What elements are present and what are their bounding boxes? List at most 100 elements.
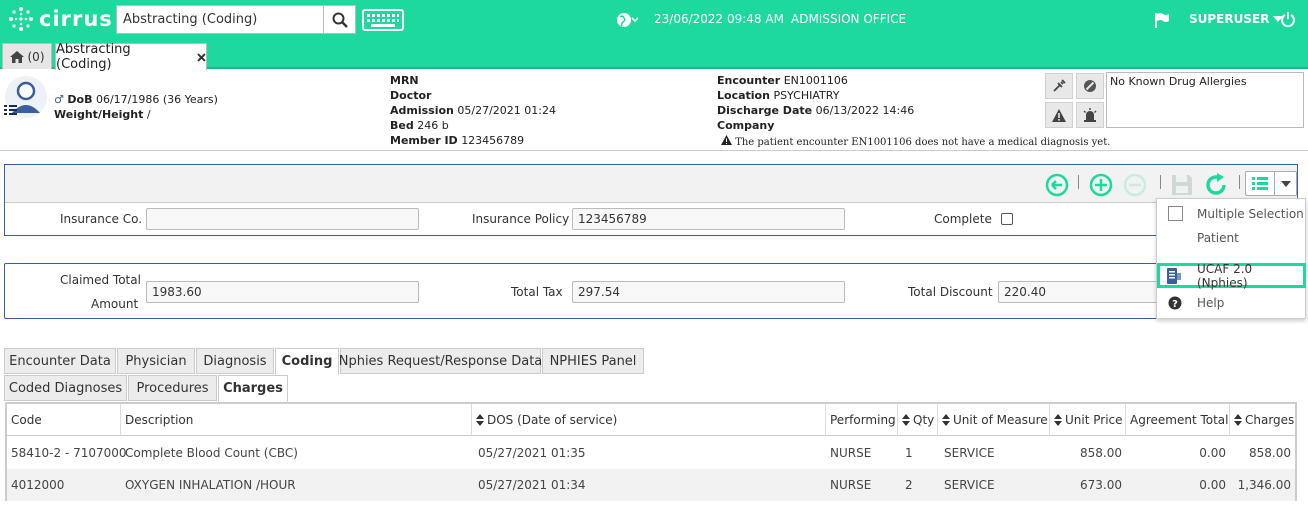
patient-doctor: Doctor <box>390 89 432 102</box>
total-discount-input[interactable] <box>998 281 1158 303</box>
col-agreement-total[interactable]: Agreement Total <box>1126 404 1230 436</box>
col-code[interactable]: Code <box>7 404 121 436</box>
cell-unit-of-measure: SERVICE <box>944 446 995 460</box>
patient-bed: Bed 246 b <box>390 119 449 132</box>
document-icon <box>1167 268 1181 284</box>
tab-charges[interactable]: Charges <box>218 375 288 402</box>
tab-abstracting-coding[interactable]: Abstracting (Coding) <box>55 42 207 72</box>
list-menu-button[interactable] <box>1245 171 1297 196</box>
col-performing[interactable]: Performing <box>826 404 898 436</box>
panel-toolbar <box>5 165 1297 203</box>
caret-down-icon <box>1281 181 1291 187</box>
sort-icon <box>942 414 950 426</box>
cell-performing: NURSE <box>830 446 872 460</box>
insurance-co-label: Insurance Co. <box>60 212 143 226</box>
tab-nphies-request-response[interactable]: Nphies Request/Response Data <box>339 348 542 374</box>
insurance-panel: Insurance Co. Insurance Policy Complete <box>4 164 1298 236</box>
back-icon[interactable] <box>1045 173 1069 197</box>
remove-icon[interactable] <box>1123 173 1147 197</box>
total-discount-label: Total Discount <box>908 285 993 299</box>
patient-banner: ♂ DoB 06/17/1986 (36 Years) Weight/Heigh… <box>0 69 1308 151</box>
user-name: SUPERUSER <box>1189 12 1270 26</box>
tab-coding[interactable]: Coding <box>275 348 339 375</box>
close-icon[interactable] <box>197 52 206 62</box>
home-icon <box>9 50 24 63</box>
search-box <box>116 5 356 34</box>
toolbar-separator <box>1078 175 1079 189</box>
cell-description: OXYGEN INHALATION /HOUR <box>125 478 296 492</box>
col-qty[interactable]: Qty <box>898 404 938 436</box>
total-tax-input[interactable] <box>572 281 845 303</box>
table-row[interactable]: 4012000 OXYGEN INHALATION /HOUR 05/27/20… <box>7 469 1295 501</box>
claimed-total-input[interactable] <box>146 281 419 303</box>
col-description[interactable]: Description <box>121 404 472 436</box>
cirrus-logo-icon <box>9 7 33 31</box>
tab-home[interactable]: (0) <box>2 43 52 69</box>
add-icon[interactable] <box>1089 173 1113 197</box>
patient-encounter: Encounter EN1001106 <box>717 74 848 87</box>
app-logo[interactable]: cirrus <box>8 6 113 32</box>
refresh-icon[interactable] <box>1204 173 1228 197</box>
insurance-policy-label: Insurance Policy <box>472 212 570 226</box>
col-unit-of-measure[interactable]: Unit of Measure <box>938 404 1050 436</box>
globe-dropdown-icon[interactable] <box>616 11 638 29</box>
user-menu[interactable]: SUPERUSER <box>1189 12 1284 26</box>
list-dropdown-menu: Multiple Selection Patient UCAF 2.0 (Nph… <box>1156 198 1306 319</box>
col-dos[interactable]: DOS (Date of service) <box>472 404 826 436</box>
menu-item-multiple-selection[interactable]: Multiple Selection <box>1157 203 1307 225</box>
tab-procedures[interactable]: Procedures <box>128 375 217 401</box>
cell-code: 58410-2 - 7107000 <box>11 446 127 460</box>
checkbox-icon <box>1168 206 1183 221</box>
tab-nphies-panel[interactable]: NPHIES Panel <box>542 348 644 374</box>
table-row[interactable]: 58410-2 - 7107000 Complete Blood Count (… <box>7 437 1295 469</box>
patient-discharge-date: Discharge Date 06/13/2022 14:46 <box>717 104 915 117</box>
tab-coded-diagnoses[interactable]: Coded Diagnoses <box>4 375 127 401</box>
workspace-tab-bar: (0) Abstracting (Coding) <box>0 40 1308 72</box>
cell-qty: 2 <box>905 478 913 492</box>
search-input[interactable] <box>117 6 323 33</box>
save-icon[interactable] <box>1170 173 1194 197</box>
tab-diagnosis[interactable]: Diagnosis <box>196 348 274 374</box>
col-charges[interactable]: Charges <box>1230 404 1295 436</box>
svg-text:?: ? <box>1172 299 1178 310</box>
cell-agreement-total: 0.00 <box>1199 478 1226 492</box>
menu-item-ucaf[interactable]: UCAF 2.0 (Nphies) <box>1157 262 1306 290</box>
flag-icon[interactable] <box>1154 12 1170 28</box>
alert-button-4[interactable] <box>1076 102 1104 128</box>
patient-avatar[interactable] <box>4 75 48 119</box>
menu-item-help[interactable]: ? Help <box>1157 292 1307 314</box>
search-button[interactable] <box>323 6 355 33</box>
sort-icon <box>902 414 910 426</box>
cell-unit-of-measure: SERVICE <box>944 478 995 492</box>
patient-company: Company <box>717 119 775 132</box>
tab-encounter-data[interactable]: Encounter Data <box>4 348 116 374</box>
alarm-icon <box>1083 108 1097 122</box>
patient-member-id: Member ID 123456789 <box>390 134 525 147</box>
diagnosis-warning: The patient encounter EN1001106 does not… <box>721 135 1110 148</box>
keyboard-icon[interactable] <box>362 9 404 31</box>
cell-code: 4012000 <box>11 478 65 492</box>
alert-button-3[interactable] <box>1045 102 1073 128</box>
claimed-total-label-line2: Amount <box>91 297 139 311</box>
col-unit-price[interactable]: Unit Price <box>1050 404 1126 436</box>
cell-unit-price: 858.00 <box>1080 446 1122 460</box>
patient-weight-height: Weight/Height / <box>54 108 151 121</box>
insurance-co-input[interactable] <box>146 208 419 230</box>
app-name: cirrus <box>39 7 113 31</box>
alert-button-1[interactable] <box>1045 73 1073 99</box>
menu-item-patient[interactable]: Patient <box>1157 227 1307 249</box>
complete-label: Complete <box>934 212 992 226</box>
power-icon[interactable] <box>1281 11 1295 27</box>
alert-button-2[interactable] <box>1076 73 1104 99</box>
complete-checkbox[interactable] <box>1001 213 1013 225</box>
tab-label: Abstracting (Coding) <box>56 42 131 72</box>
syringe-icon <box>1053 79 1066 92</box>
current-office[interactable]: ADMISSION OFFICE <box>791 12 906 26</box>
insurance-policy-input[interactable] <box>572 208 845 230</box>
cell-description: Complete Blood Count (CBC) <box>125 446 298 460</box>
list-icon <box>1252 177 1268 190</box>
search-icon <box>332 12 348 28</box>
menu-icon <box>4 105 17 115</box>
warning-icon <box>721 135 732 145</box>
tab-physician[interactable]: Physician <box>117 348 195 374</box>
